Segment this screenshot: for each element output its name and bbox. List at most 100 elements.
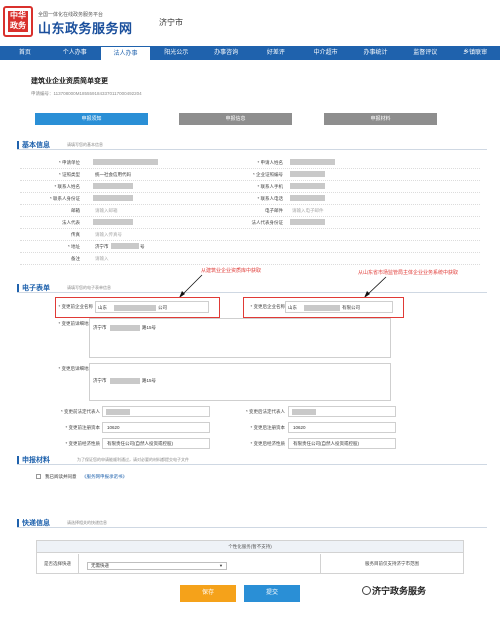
field-label: * 地址	[67, 244, 80, 249]
section-marker	[17, 284, 19, 292]
row-divider	[20, 240, 480, 241]
field-value: 号	[140, 244, 145, 249]
company-suffix: 公司	[158, 305, 167, 310]
redacted-field[interactable]	[93, 219, 133, 225]
redacted-field[interactable]	[290, 159, 335, 165]
after-name-field[interactable]: 山东 有限公司	[285, 301, 393, 313]
section-note: 请选择相关的快递信息	[67, 520, 107, 525]
redacted-field[interactable]	[290, 219, 325, 225]
table-header: 个性化服务(暂不支持)	[37, 541, 463, 553]
step-notice[interactable]: 申报须知	[35, 113, 148, 125]
nav-item[interactable]: 首页	[0, 46, 50, 60]
section-delivery: 快递信息 请选择相关的快递信息	[17, 518, 487, 528]
section-title: 基本信息	[22, 142, 50, 149]
field-placeholder[interactable]: 请输入邮箱	[95, 208, 118, 214]
redacted-field[interactable]	[93, 159, 158, 165]
nav-item[interactable]: 法人办事	[99, 46, 152, 60]
type-before-value: 有限责任公司(自然人投资或控股)	[107, 441, 173, 446]
step-materials[interactable]: 申报材料	[324, 113, 437, 125]
rep-after-label: * 变更后法定代表人	[245, 409, 285, 414]
delivery-select[interactable]: 无需快递 ▼	[87, 562, 227, 570]
company-suffix: 有限公司	[342, 305, 360, 310]
redacted-field[interactable]	[290, 195, 325, 201]
redacted-field[interactable]	[290, 171, 325, 177]
field-placeholder[interactable]: 请输入电子邮件	[292, 208, 324, 214]
nav-item[interactable]: 监督评议	[400, 46, 450, 60]
type-before-field[interactable]: 有限责任公司(自然人投资或控股)	[102, 438, 210, 449]
field-placeholder[interactable]: 请输入	[95, 256, 109, 262]
delivery-table: 个性化服务(暂不支持) 是否选择快递 无需快递 ▼ 服务目前仅支持济宁市范围	[36, 540, 464, 574]
redacted-field[interactable]	[290, 183, 325, 189]
cap-after-field[interactable]: 10620	[288, 422, 396, 433]
section-note: 请填写您的基本信息	[67, 142, 103, 147]
agree-label: 我已阅读并同意	[45, 474, 77, 479]
field-label: 邮箱	[71, 208, 80, 213]
redacted	[304, 305, 340, 311]
rep-before-field[interactable]	[102, 406, 210, 417]
agree-checkbox[interactable]	[36, 474, 41, 479]
row-divider	[20, 264, 480, 265]
rep-before-label: * 变更前法定代表人	[60, 409, 100, 414]
after-name-label: * 变更后企业名称	[250, 304, 285, 309]
agree-link[interactable]: 《服务网申报承诺书》	[82, 474, 127, 480]
field-label: * 联系人身份证	[49, 196, 80, 201]
section-basic-info: 基本信息 请填写您的基本信息	[17, 140, 487, 150]
field-value[interactable]: 统一社会信用代码	[95, 172, 131, 178]
row-divider	[20, 216, 480, 217]
nav-item[interactable]: 阳光公示	[151, 46, 201, 60]
nav-item[interactable]: 中介超市	[301, 46, 351, 60]
type-after-field[interactable]: 有限责任公司(自然人投资或控股)	[288, 438, 396, 449]
field-label: 备注	[71, 256, 80, 261]
row-divider	[20, 168, 480, 169]
redacted-field[interactable]	[93, 183, 133, 189]
site-subtitle: 全国一体化在线政务服务平台	[38, 12, 104, 18]
field-label: * 申请人姓名	[257, 160, 283, 165]
nav-item[interactable]: 乡镇联审	[450, 46, 500, 60]
field-placeholder[interactable]: 请输入传真号	[95, 232, 122, 238]
field-label: * 联系人姓名	[54, 184, 80, 189]
after-addr-label: * 变更后详细地址	[58, 366, 93, 371]
redacted	[292, 409, 316, 415]
row-divider	[20, 252, 480, 253]
page-title: 建筑业企业资质简单变更	[31, 78, 108, 85]
before-name-field[interactable]: 山东 公司	[95, 301, 209, 313]
step-info[interactable]: 申报信息	[179, 113, 292, 125]
redacted	[110, 378, 140, 384]
field-label: * 联系人电话	[257, 196, 283, 201]
annotation-arrow-left-icon	[179, 274, 203, 298]
seal-logo: 中华政务	[3, 6, 33, 37]
field-label: * 联系人手机	[257, 184, 283, 189]
type-before-label: * 变更前经济性质	[65, 441, 100, 446]
redacted-field[interactable]	[93, 195, 133, 201]
application-number: 申请编号：113708000M1855591843370117000492204	[31, 91, 142, 96]
section-note: 为了保证您的申请能顺利通过，请对必要的材料都提交电子文件	[77, 457, 189, 462]
redacted	[110, 325, 140, 331]
cap-before-field[interactable]: 10620	[102, 422, 210, 433]
field-value[interactable]: 济宁市	[95, 244, 109, 250]
field-label: 法人代表身份证	[251, 220, 284, 225]
row-divider	[20, 180, 480, 181]
section-note: 请填写您的电子表单信息	[67, 285, 111, 290]
row-divider	[20, 204, 480, 205]
rep-after-field[interactable]	[288, 406, 396, 417]
select-value: 无需快递	[91, 563, 109, 568]
after-addr-field[interactable]: 济宁市 路15号	[89, 363, 391, 401]
city-selector[interactable]: 济宁市	[159, 17, 183, 28]
nav-item[interactable]: 个人办事	[50, 46, 100, 60]
nav-item[interactable]: 办事咨询	[201, 46, 251, 60]
section-e-form: 电子表单 请填写您的电子表单信息	[17, 283, 487, 293]
nav-item[interactable]: 好差评	[251, 46, 301, 60]
addr-tail: 路15号	[142, 378, 157, 383]
site-title[interactable]: 山东政务服务网	[38, 18, 133, 37]
submit-button[interactable]: 提交	[244, 585, 300, 602]
after-name-value: 山东	[288, 305, 297, 310]
save-button[interactable]: 保存	[180, 585, 236, 602]
nav-item[interactable]: 办事统计	[351, 46, 401, 60]
section-marker	[17, 456, 19, 464]
field-label: 法人代表	[62, 220, 80, 225]
site-header: 中华政务 全国一体化在线政务服务平台 山东政务服务网 济宁市	[0, 0, 500, 44]
annotation-left: 从建筑业企业资质库中获取	[201, 268, 262, 274]
before-addr-value: 济宁市	[93, 325, 107, 330]
section-materials: 申报材料 为了保证您的申请能顺利通过，请对必要的材料都提交电子文件	[17, 455, 487, 465]
before-addr-field[interactable]: 济宁市 路15号	[89, 318, 391, 358]
